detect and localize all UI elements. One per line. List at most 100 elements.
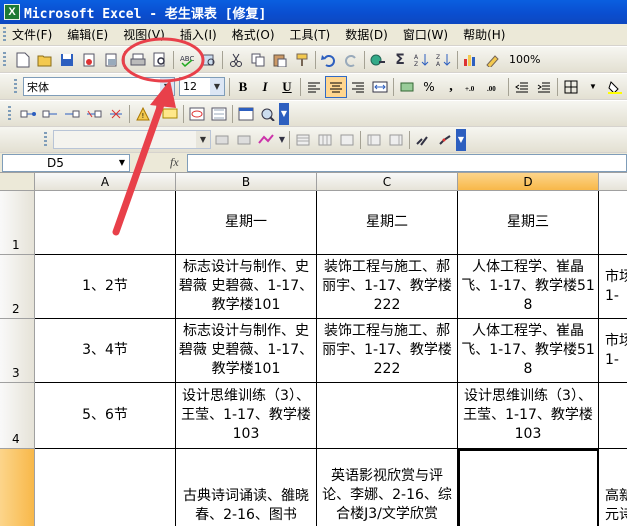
chevron-down-icon[interactable]: ▼ — [210, 78, 224, 95]
open-icon[interactable] — [34, 49, 56, 71]
cell-e5[interactable]: 高新 元诗 — [599, 449, 627, 526]
align-center-icon[interactable] — [325, 75, 347, 98]
cell-c1[interactable]: 星期二 — [317, 191, 458, 255]
spelling-icon[interactable]: ABC — [176, 49, 198, 71]
column-header-c[interactable]: C — [317, 173, 458, 191]
circle-invalid-icon[interactable] — [186, 103, 208, 125]
toolbar-options-icon[interactable]: ▼ — [456, 128, 466, 151]
sort-descending-icon[interactable]: ZA — [433, 49, 455, 71]
cell-a2[interactable]: 1、2节 — [35, 255, 176, 319]
fill-color-icon[interactable] — [604, 76, 626, 98]
pink-tool-icon[interactable] — [255, 129, 277, 151]
toolbar-grip-icon[interactable] — [3, 51, 6, 68]
italic-button[interactable]: I — [254, 76, 276, 98]
research-icon[interactable] — [198, 49, 220, 71]
trace-dependents-icon[interactable] — [61, 103, 83, 125]
copy-icon[interactable] — [247, 49, 269, 71]
cell-a5[interactable] — [35, 449, 176, 526]
cell-b1[interactable]: 星期一 — [176, 191, 317, 255]
clear-circles-icon[interactable] — [208, 103, 230, 125]
menu-insert[interactable]: 插入(I) — [180, 26, 217, 43]
cell-d5[interactable] — [458, 449, 599, 526]
font-size-select[interactable]: 12 ▼ — [179, 77, 225, 96]
cell-b4[interactable]: 设计思维训练（3）、王莹、1-17、教学楼103 — [176, 383, 317, 449]
new-icon[interactable] — [12, 49, 34, 71]
increase-decimal-icon[interactable]: +.0 — [462, 76, 484, 98]
align-left-icon[interactable] — [303, 76, 325, 98]
print-icon[interactable] — [127, 49, 149, 71]
merge-center-icon[interactable] — [369, 76, 391, 98]
row-header-2[interactable]: 2 — [0, 255, 35, 319]
column-header-d[interactable]: D — [458, 173, 599, 191]
drawing-icon[interactable] — [482, 49, 504, 71]
paste-icon[interactable] — [269, 49, 291, 71]
menu-window[interactable]: 窗口(W) — [403, 26, 448, 43]
menu-view[interactable]: 视图(V) — [123, 26, 165, 43]
cell-c5[interactable]: 英语影视欣赏与评论、李娜、2-16、综合楼J3/文学欣赏 — [317, 449, 458, 526]
cell-d1[interactable]: 星期三 — [458, 191, 599, 255]
cell-c3[interactable]: 装饰工程与施工、郝丽宇、1-17、教学楼222 — [317, 319, 458, 383]
new-comment-icon[interactable] — [159, 103, 181, 125]
underline-button[interactable]: U — [276, 76, 298, 98]
cell-a4[interactable]: 5、6节 — [35, 383, 176, 449]
menu-format[interactable]: 格式(O) — [232, 26, 275, 43]
column-header-e[interactable] — [599, 173, 627, 191]
format-painter-icon[interactable] — [291, 49, 313, 71]
chevron-down-icon[interactable]: ▼ — [119, 158, 125, 167]
comma-style-icon[interactable]: , — [440, 76, 462, 98]
undo-icon[interactable] — [318, 49, 340, 71]
mail-icon[interactable] — [100, 49, 122, 71]
menu-help[interactable]: 帮助(H) — [463, 26, 505, 43]
print-preview-icon[interactable] — [149, 49, 171, 71]
cell-e3[interactable]: 市场 1- — [599, 319, 627, 383]
borders-icon[interactable] — [560, 76, 582, 98]
chevron-down-icon[interactable]: ▼ — [196, 131, 210, 148]
unlink-tool-icon[interactable] — [434, 129, 456, 151]
zoom-select[interactable]: 100% — [506, 50, 546, 69]
align-right-icon[interactable] — [347, 76, 369, 98]
redo-icon[interactable] — [340, 49, 362, 71]
row-header-4[interactable]: 4 — [0, 383, 35, 449]
cell-a3[interactable]: 3、4节 — [35, 319, 176, 383]
chevron-down-icon[interactable]: ▼ — [277, 129, 287, 151]
toolbar-grip-icon[interactable] — [8, 105, 11, 122]
cell-e1[interactable] — [599, 191, 627, 255]
cell-d4[interactable]: 设计思维训练（3）、王莹、1-17、教学楼103 — [458, 383, 599, 449]
link-tool-icon[interactable] — [412, 129, 434, 151]
name-box[interactable]: D5 ▼ — [2, 153, 130, 172]
increase-indent-icon[interactable] — [533, 76, 555, 98]
decrease-indent-icon[interactable] — [511, 76, 533, 98]
cut-icon[interactable] — [225, 49, 247, 71]
save-icon[interactable] — [56, 49, 78, 71]
toolbar-grip-icon[interactable] — [14, 78, 17, 95]
toolbar-grip-icon[interactable] — [3, 26, 6, 43]
sort-ascending-icon[interactable]: AZ — [411, 49, 433, 71]
cell-c4[interactable] — [317, 383, 458, 449]
formula-input[interactable] — [186, 153, 627, 172]
remove-dependents-icon[interactable] — [83, 103, 105, 125]
trace-precedents-icon[interactable] — [17, 103, 39, 125]
cell-b3[interactable]: 标志设计与制作、史碧薇 史碧薇、1-17、教学楼101 — [176, 319, 317, 383]
select-all-corner[interactable] — [0, 173, 35, 191]
chevron-down-icon[interactable]: ▼ — [582, 76, 604, 98]
autosum-icon[interactable]: Σ — [389, 49, 411, 71]
bold-button[interactable]: B — [232, 76, 254, 98]
error-check-icon[interactable]: ! — [132, 103, 154, 125]
cell-d2[interactable]: 人体工程学、崔晶飞、1-17、教学楼518 — [458, 255, 599, 319]
cell-c2[interactable]: 装饰工程与施工、郝丽宇、1-17、教学楼222 — [317, 255, 458, 319]
cell-e2[interactable]: 市场 1- — [599, 255, 627, 319]
cell-d3[interactable]: 人体工程学、崔晶飞、1-17、教学楼518 — [458, 319, 599, 383]
cell-b5[interactable]: 古典诗词诵读、雒晓春、2-16、图书 — [176, 449, 317, 526]
font-name-select[interactable]: 宋体 ▼ — [23, 77, 175, 96]
column-header-b[interactable]: B — [176, 173, 317, 191]
permission-icon[interactable] — [78, 49, 100, 71]
row-header-3[interactable]: 3 — [0, 319, 35, 383]
hyperlink-icon[interactable] — [367, 49, 389, 71]
menu-tools[interactable]: 工具(T) — [290, 26, 331, 43]
menu-data[interactable]: 数据(D) — [345, 26, 388, 43]
remove-precedents-icon[interactable] — [39, 103, 61, 125]
cell-b2[interactable]: 标志设计与制作、史碧薇 史碧薇、1-17、教学楼101 — [176, 255, 317, 319]
cell-a1[interactable] — [35, 191, 176, 255]
style-select[interactable]: ▼ — [53, 130, 211, 149]
toolbar-options-icon[interactable]: ▼ — [279, 102, 289, 125]
